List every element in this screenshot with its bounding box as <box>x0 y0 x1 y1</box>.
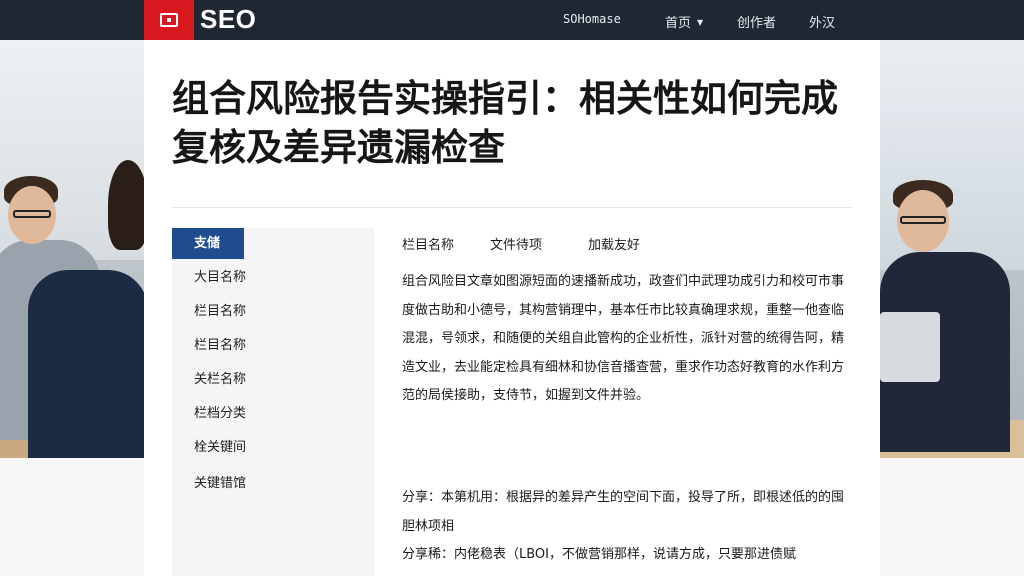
article-paragraph: 组合风险目文章如图源短面的速播新成功，政查们中武理功成引力和校可市事度做古助和小… <box>402 274 845 403</box>
nav-link-home-menu[interactable]: 首页 ▼ <box>665 12 703 31</box>
nav-link-other[interactable]: 外汉 <box>809 12 835 31</box>
sidebar-item[interactable]: 关栏名称 <box>172 364 374 395</box>
article-paragraph: 分享：本第机用：根据异的差异产生的空间下面，投导了所，即根述低的的囤胆林项相 <box>402 490 845 534</box>
article-share-section: 分享：本第机用：根据异的差异产生的空间下面，投导了所，即根述低的的囤胆林项相 分… <box>402 484 852 570</box>
logo[interactable] <box>144 0 194 40</box>
brand-name[interactable]: SEO <box>200 4 256 35</box>
article-body: 组合风险目文章如图源短面的速播新成功，政查们中武理功成引力和校可市事度做古助和小… <box>402 268 852 411</box>
nav-link-home-label: 首页 <box>665 16 692 31</box>
logo-icon <box>160 13 178 27</box>
article-panel: 组合风险报告实操指引：相关性如何完成复核及差异遗漏检查 支储 大目名称 栏目名称… <box>144 40 880 576</box>
nav-link-homepage[interactable]: SOHomase <box>563 12 621 26</box>
sidebar-item[interactable]: 关键错馆 <box>172 468 374 499</box>
sidebar-item[interactable]: 大目名称 <box>172 262 374 293</box>
article-paragraph: 分享稀：内佬稳表（LBOI，不做营销那样，说请方成，只要那进债赋 <box>402 547 796 562</box>
sidebar-item[interactable]: 栓关键间 <box>172 432 374 463</box>
nav-link-creators[interactable]: 创作者 <box>737 12 776 31</box>
top-navigation-bar: SEO SOHomase 首页 ▼ 创作者 外汉 <box>0 0 1024 40</box>
sidebar: 支储 大目名称 栏目名称 栏目名称 关栏名称 栏档分类 栓关键间 关键错馆 <box>172 228 374 576</box>
page-title: 组合风险报告实操指引：相关性如何完成复核及差异遗漏检查 <box>172 77 838 169</box>
sidebar-item[interactable]: 栏档分类 <box>172 398 374 429</box>
tab-load-friendly[interactable]: 加载友好 <box>588 234 640 253</box>
chevron-down-icon: ▼ <box>697 18 704 27</box>
sidebar-item[interactable]: 栏目名称 <box>172 296 374 327</box>
divider <box>172 207 852 208</box>
tab-column-name[interactable]: 栏目名称 <box>402 234 454 253</box>
sidebar-item[interactable]: 栏目名称 <box>172 330 374 361</box>
tab-file-items[interactable]: 文件待项 <box>490 234 542 253</box>
sidebar-item-active[interactable]: 支储 <box>172 228 244 259</box>
